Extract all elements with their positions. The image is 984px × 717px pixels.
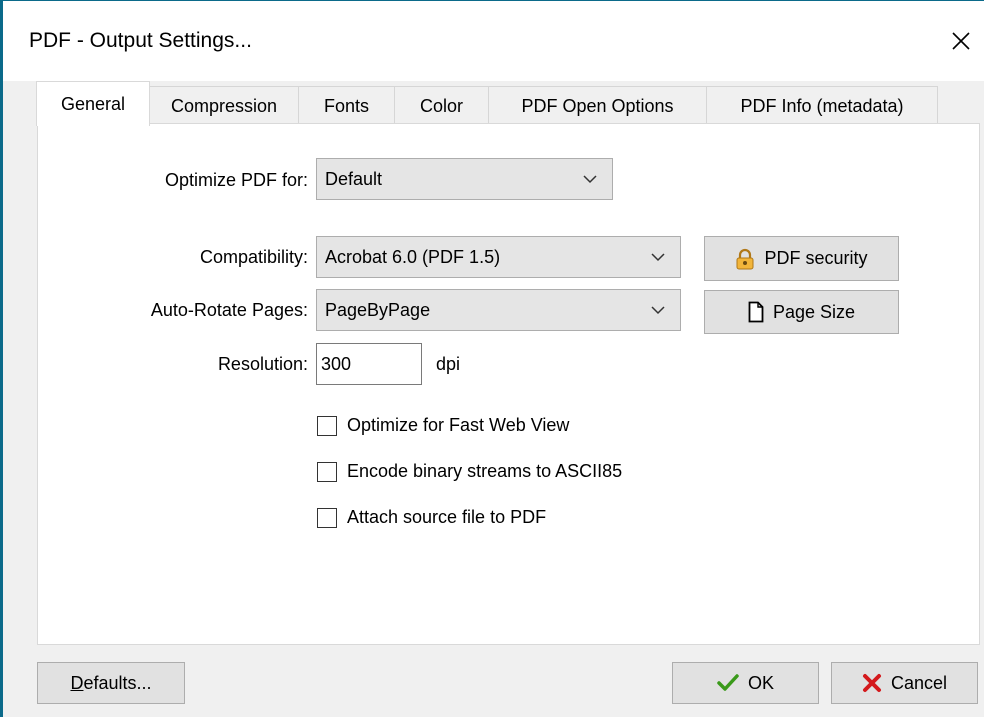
tab-compression[interactable]: Compression [149, 86, 299, 126]
tab-pdf-info[interactable]: PDF Info (metadata) [706, 86, 938, 126]
chevron-down-icon [583, 175, 597, 184]
attach-source-checkbox-row[interactable]: Attach source file to PDF [317, 507, 546, 528]
tab-color[interactable]: Color [394, 86, 489, 126]
close-icon [952, 32, 970, 50]
optimize-label: Optimize PDF for: [164, 170, 308, 190]
title-bar: PDF - Output Settings... [3, 1, 984, 81]
resolution-label: Resolution: [217, 354, 308, 374]
tab-pdf-open-options[interactable]: PDF Open Options [488, 86, 707, 126]
tab-label: Compression [170, 96, 278, 116]
resolution-value: 300 [321, 353, 352, 374]
optimize-value: Default [325, 168, 383, 189]
dialog-window: PDF - Output Settings... General Compres… [0, 0, 984, 717]
cancel-label: Cancel [890, 672, 948, 693]
pdf-security-button[interactable]: PDF security [704, 236, 899, 281]
close-button[interactable] [938, 19, 984, 63]
attach-source-checkbox[interactable] [317, 507, 337, 528]
optimize-select[interactable]: Default [316, 158, 613, 200]
ok-label: OK [747, 672, 774, 693]
resolution-unit: dpi [436, 354, 461, 374]
resolution-input[interactable]: 300 [316, 343, 422, 385]
compatibility-label: Compatibility: [199, 247, 308, 267]
fast-web-view-label: Optimize for Fast Web View [347, 415, 570, 435]
tab-label: PDF Open Options [521, 96, 674, 116]
auto-rotate-value: PageByPage [325, 299, 431, 320]
page-size-button[interactable]: Page Size [704, 290, 899, 334]
defaults-label: Defaults... [70, 672, 152, 693]
tab-general[interactable]: General [36, 81, 150, 126]
ascii85-label: Encode binary streams to ASCII85 [347, 461, 623, 481]
tab-label: General [60, 93, 126, 114]
pdf-security-label: PDF security [764, 248, 868, 268]
tab-bar: General Compression Fonts Color PDF Open… [36, 81, 938, 126]
defaults-button[interactable]: Defaults... [37, 662, 185, 704]
tab-label: Color [419, 96, 463, 116]
compatibility-select[interactable]: Acrobat 6.0 (PDF 1.5) [316, 236, 681, 278]
chevron-down-icon [651, 306, 665, 315]
chevron-down-icon [651, 253, 665, 262]
compatibility-value: Acrobat 6.0 (PDF 1.5) [325, 246, 501, 267]
ascii85-checkbox-row[interactable]: Encode binary streams to ASCII85 [317, 461, 622, 482]
tab-label: Fonts [323, 96, 370, 116]
attach-source-label: Attach source file to PDF [347, 507, 547, 527]
general-panel: Optimize PDF for: Default Compatibility:… [37, 123, 980, 645]
tab-label: PDF Info (metadata) [740, 96, 904, 116]
checkmark-icon [717, 674, 739, 692]
fast-web-view-checkbox-row[interactable]: Optimize for Fast Web View [317, 415, 569, 436]
cancel-button[interactable]: Cancel [831, 662, 978, 704]
auto-rotate-select[interactable]: PageByPage [316, 289, 681, 331]
lock-icon [735, 248, 755, 270]
page-size-label: Page Size [772, 301, 856, 322]
fast-web-view-checkbox[interactable] [317, 415, 337, 436]
cross-icon [862, 673, 882, 693]
window-title: PDF - Output Settings... [29, 29, 252, 52]
tab-fonts[interactable]: Fonts [298, 86, 395, 126]
ok-button[interactable]: OK [672, 662, 819, 704]
page-icon [748, 301, 764, 323]
ascii85-checkbox[interactable] [317, 461, 337, 482]
auto-rotate-label: Auto-Rotate Pages: [150, 300, 308, 320]
